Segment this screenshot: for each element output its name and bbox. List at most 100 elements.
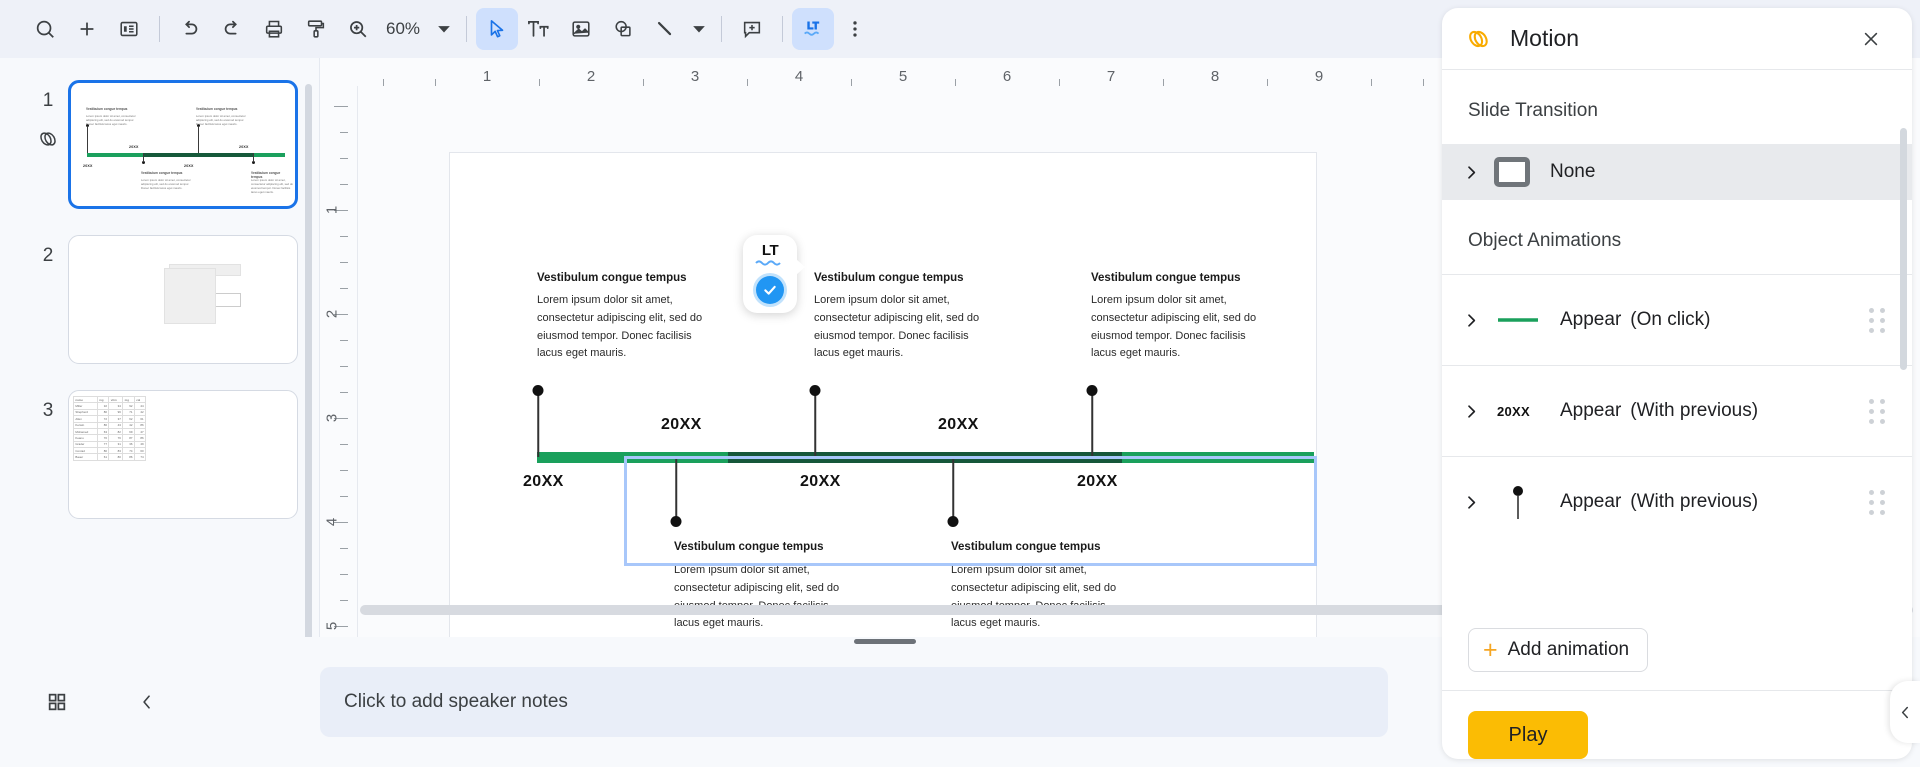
ruler-tick [340,288,348,289]
notes-resize-handle[interactable] [854,639,916,644]
undo-icon[interactable] [169,8,211,50]
collapse-panel-tab[interactable] [1890,681,1920,743]
add-slide-icon[interactable] [66,8,108,50]
milestone-dot[interactable] [532,385,544,396]
animation-row[interactable]: Appear (With previous) [1442,456,1912,547]
languagetool-wave-icon [755,260,781,266]
slide-thumbnail[interactable]: 20XX 20XX 20XX 20XX Vestibulum congue te… [68,80,298,209]
milestone-year[interactable]: 20XX [661,416,702,434]
zoom-dropdown-caret-icon[interactable] [431,8,457,50]
motion-panel-scrollbar[interactable] [1900,128,1907,370]
text-box-icon[interactable] [518,8,560,50]
layout-icon[interactable] [108,8,150,50]
ruler-number: 5 [323,621,341,631]
mini-bar-dark-2 [198,153,253,157]
transition-preview-icon [1494,157,1530,187]
line-dropdown-caret-icon[interactable] [686,8,712,50]
line-icon[interactable] [644,8,686,50]
print-icon[interactable] [253,8,295,50]
motion-panel: Motion Slide Transition None Object Anim… [1442,8,1912,759]
milestone-year[interactable]: 20XX [523,473,564,491]
languagetool-floating-widget[interactable]: LT [743,235,805,313]
insert-image-icon[interactable] [560,8,602,50]
ruler-tick [340,132,348,133]
milestone-body[interactable]: Lorem ipsum dolor sit amet, consectetur … [674,562,856,633]
milestone-body[interactable]: Lorem ipsum dolor sit amet, consectetur … [814,292,996,363]
redo-icon[interactable] [211,8,253,50]
ruler-tick [340,470,348,471]
milestone-year[interactable]: 20XX [800,473,841,491]
grid-view-icon[interactable] [40,685,74,719]
ruler-tick [1059,79,1060,86]
mini-heading: Vestibulum congue tempus [141,171,183,175]
milestone-heading[interactable]: Vestibulum congue tempus [674,541,824,553]
drag-handle-icon[interactable] [1869,398,1886,424]
play-button[interactable]: Play [1468,711,1588,759]
cursor-select-icon[interactable] [476,8,518,50]
milestone-year[interactable]: 20XX [1077,473,1118,491]
milestone-body[interactable]: Lorem ipsum dolor sit amet, consectetur … [537,292,719,363]
milestone-year[interactable]: 20XX [938,416,979,434]
timeline-bar-dark-1[interactable] [728,452,925,463]
slides-editor: 60% LT 1 20XX 20XX 20XX 20XX Vestibulum … [0,0,1920,767]
milestone-heading[interactable]: Vestibulum congue tempus [537,272,687,284]
chevron-right-icon[interactable] [1454,312,1488,329]
motion-panel-scroll-region: Slide Transition None Object Animations [1442,70,1912,614]
ruler-tick [340,340,348,341]
chevron-right-icon[interactable] [1454,164,1488,181]
milestone-body[interactable]: Lorem ipsum dolor sit amet, consectetur … [1091,292,1273,363]
slide-transition-row[interactable]: None [1442,144,1912,200]
milestone-dot[interactable] [1086,385,1098,396]
ruler-tick [1267,79,1268,86]
toolbar-divider-4 [782,16,783,42]
milestone-heading[interactable]: Vestibulum congue tempus [1091,272,1241,284]
vertical-ruler[interactable]: 1 2 3 4 5 [320,86,348,637]
animation-label: Appear (On click) [1560,309,1711,331]
zoom-icon[interactable] [337,8,379,50]
ruler-number: 3 [323,413,341,423]
chevron-right-icon[interactable] [1454,403,1488,420]
add-animation-button[interactable]: + Add animation [1468,628,1649,672]
drag-handle-icon[interactable] [1869,489,1886,515]
milestone-dot[interactable] [670,516,682,527]
comment-icon[interactable] [731,8,773,50]
milestone-body[interactable]: Lorem ipsum dolor sit amet, consectetur … [951,562,1133,633]
slide-thumbnail[interactable]: name mg vitm mg cal Miller 32 34 92 44 Shepherd 80… [68,390,298,519]
milestone-heading[interactable]: Vestibulum congue tempus [951,541,1101,553]
drag-handle-icon[interactable] [1869,307,1886,333]
zoom-level-value[interactable]: 60% [379,19,431,39]
mini-stem [198,126,199,153]
ruler-tick [340,158,348,159]
mini-year: 20XX [239,145,249,149]
search-icon[interactable] [24,8,66,50]
mini-body: Lorem ipsum dolor sit amet, consectetur … [251,178,293,195]
shape-icon[interactable] [602,8,644,50]
close-icon[interactable] [1852,20,1890,58]
speaker-notes-field[interactable]: Click to add speaker notes [320,639,1388,737]
chevron-right-icon[interactable] [1454,494,1488,511]
animation-row[interactable]: Appear (On click) [1442,274,1912,365]
filmstrip-scrollbar[interactable] [305,84,312,637]
milestone-heading[interactable]: Vestibulum congue tempus [814,272,964,284]
ruler-tick [747,79,748,86]
collapse-filmstrip-icon[interactable] [130,685,164,719]
languagetool-wordmark: LT [761,242,779,259]
milestone-dot[interactable] [809,385,821,396]
ruler-tick [340,600,348,601]
filmstrip-slide-2[interactable]: 2 [0,235,320,364]
milestone-dot[interactable] [947,516,959,527]
paint-format-icon[interactable] [295,8,337,50]
filmstrip-slide-1[interactable]: 1 20XX 20XX 20XX 20XX Vestibulum congue … [0,80,320,209]
toolbar-divider [159,16,160,42]
animation-row[interactable]: 20XX Appear (With previous) [1442,365,1912,456]
animation-target-preview-green-line-icon [1488,315,1548,325]
toolbar-divider-3 [721,16,722,42]
filmstrip-slide-3[interactable]: 3 name mg vitm mg cal Miller 32 34 92 44 Shepherd… [0,390,320,519]
slide-thumbnail[interactable] [68,235,298,364]
active-slide-canvas[interactable]: Vestibulum congue tempus Lorem ipsum dol… [450,153,1317,637]
placeholder-shape-side [216,293,241,307]
languagetool-icon[interactable]: LT [792,8,834,50]
mini-body: Lorem ipsum dolor sit amet, consectetur … [141,178,191,191]
mini-stem [143,153,144,162]
more-options-icon[interactable] [834,8,876,50]
